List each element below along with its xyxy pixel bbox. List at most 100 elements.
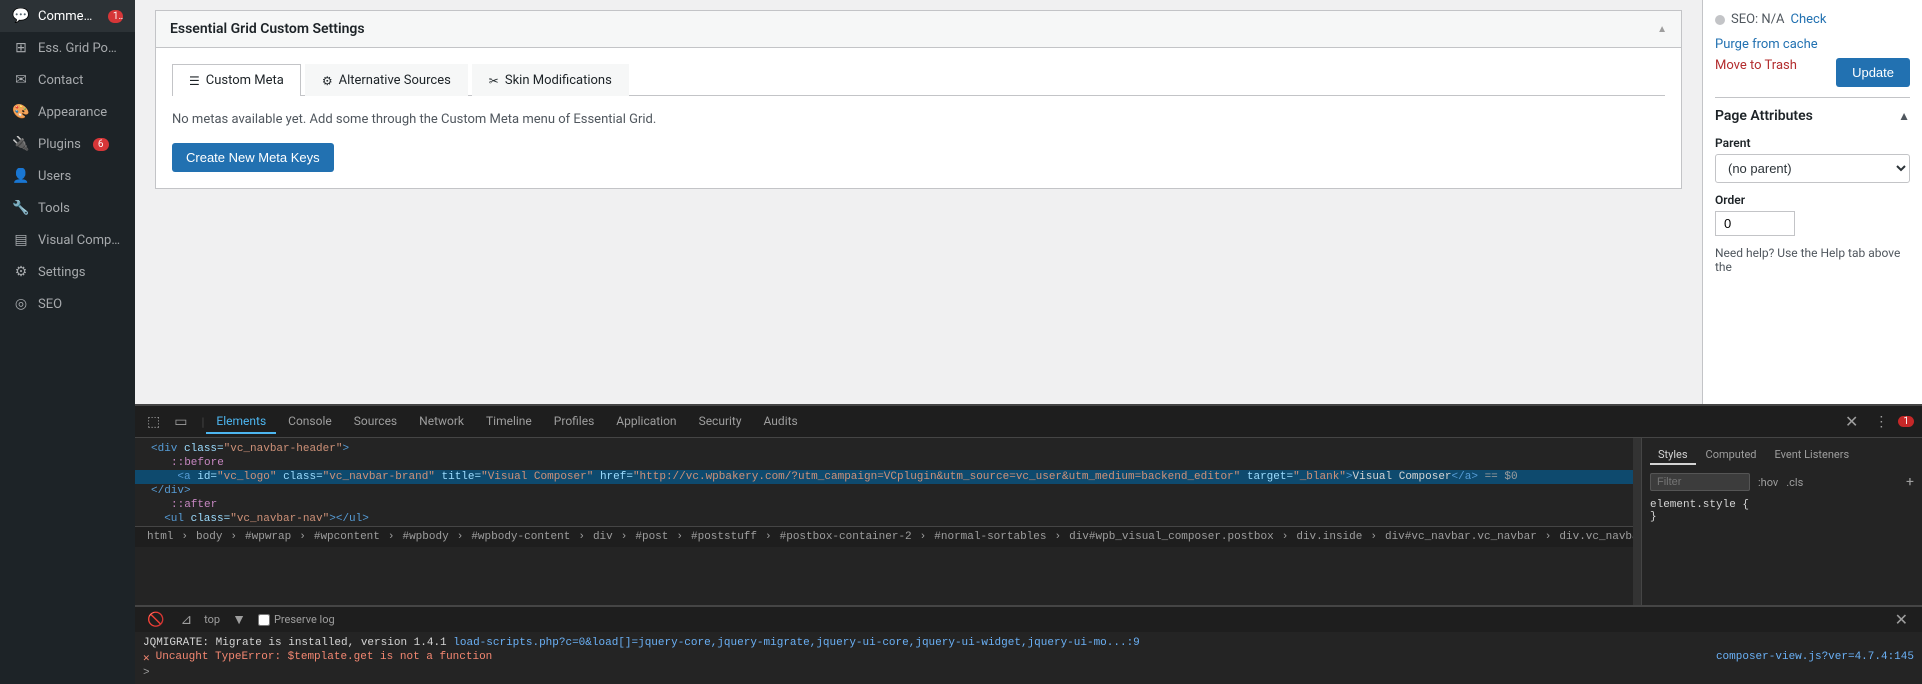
console-content: JQMIGRATE: Migrate is installed, version… bbox=[135, 632, 1922, 684]
sidebar-item-seo[interactable]: ◎ SEO bbox=[0, 288, 135, 320]
console-filter-text: top bbox=[204, 613, 220, 626]
breadcrumb-html[interactable]: html bbox=[143, 530, 177, 544]
devtools-panel: ⬚ ▭ | Elements Console Sources Network T… bbox=[135, 404, 1922, 684]
dom-line-4: </div> bbox=[135, 484, 1641, 498]
breadcrumb-wpbody[interactable]: #wpbody bbox=[398, 530, 452, 544]
sidebar: 💬 Comments 1 ⊞ Ess. Grid Posts ✉ Contact… bbox=[0, 0, 135, 684]
element-style-block: element.style { } bbox=[1650, 499, 1914, 523]
purge-cache-link[interactable]: Purge from cache bbox=[1715, 37, 1910, 52]
dom-breadcrumb: html › body › #wpwrap › #wpcontent › #wp… bbox=[135, 526, 1641, 547]
breadcrumb-sortables[interactable]: #normal-sortables bbox=[930, 530, 1050, 544]
devtools-tab-network[interactable]: Network bbox=[409, 410, 474, 434]
devtools-tab-elements[interactable]: Elements bbox=[206, 410, 276, 434]
sidebar-item-visual-composer[interactable]: ▤ Visual Composer bbox=[0, 224, 135, 256]
devtools-tab-sources[interactable]: Sources bbox=[344, 410, 407, 434]
move-to-trash-link[interactable]: Move to Trash bbox=[1715, 58, 1797, 73]
breadcrumb-wpcontent[interactable]: #wpcontent bbox=[310, 530, 384, 544]
devtools-tab-security[interactable]: Security bbox=[689, 410, 752, 434]
plugins-icon: 🔌 bbox=[12, 136, 30, 152]
tab-alternative-sources[interactable]: ⚙ Alternative Sources bbox=[305, 64, 468, 96]
console-error-1-link[interactable]: composer-view.js?ver=4.7.4:145 bbox=[1716, 651, 1914, 663]
devtools-phone-icon[interactable]: ▭ bbox=[170, 412, 191, 432]
create-meta-keys-button[interactable]: Create New Meta Keys bbox=[172, 143, 334, 172]
preserve-log-label: Preserve log bbox=[258, 613, 335, 626]
sidebar-item-ess-grid-posts[interactable]: ⊞ Ess. Grid Posts bbox=[0, 32, 135, 64]
console-filter-icon[interactable]: ⊿ bbox=[176, 610, 196, 630]
console-cursor-line: > bbox=[143, 666, 1914, 680]
contact-icon: ✉ bbox=[12, 72, 30, 88]
essential-grid-section: Essential Grid Custom Settings ▲ ☰ Custo… bbox=[155, 10, 1682, 189]
breadcrumb-post[interactable]: #post bbox=[631, 530, 672, 544]
breadcrumb-inside[interactable]: div.inside bbox=[1292, 530, 1366, 544]
console-close-button[interactable]: ✕ bbox=[1889, 608, 1914, 631]
tab-custom-meta[interactable]: ☰ Custom Meta bbox=[172, 64, 301, 96]
devtools-more-icon[interactable]: ⋮ bbox=[1870, 412, 1892, 432]
error-count-badge: 1 bbox=[1898, 416, 1914, 427]
breadcrumb-wpwrap[interactable]: #wpwrap bbox=[241, 530, 295, 544]
breadcrumb-body[interactable]: body bbox=[192, 530, 226, 544]
breadcrumb-navbar-header[interactable]: div.vc_navbar-header bbox=[1555, 530, 1641, 544]
sidebar-item-tools[interactable]: 🔧 Tools bbox=[0, 192, 135, 224]
console-msg-1: JQMIGRATE: Migrate is installed, version… bbox=[143, 636, 1914, 650]
devtools-toolbar: ⬚ ▭ bbox=[143, 412, 191, 432]
styles-add-rule-icon[interactable]: + bbox=[1906, 474, 1914, 490]
breadcrumb-wpb-composer[interactable]: div#wpb_visual_composer.postbox bbox=[1065, 530, 1278, 544]
main-area: Essential Grid Custom Settings ▲ ☰ Custo… bbox=[135, 0, 1922, 684]
seo-icon: ◎ bbox=[12, 296, 30, 312]
page-attributes-chevron[interactable]: ▲ bbox=[1898, 109, 1910, 123]
page-attributes-section: Page Attributes ▲ Parent (no parent) Ord… bbox=[1715, 108, 1910, 274]
console-msg-1-link[interactable]: load-scripts.php?c=0&load[]=jquery-core,… bbox=[453, 637, 1140, 649]
breadcrumb-postbox[interactable]: #postbox-container-2 bbox=[776, 530, 916, 544]
dom-scrollbar[interactable] bbox=[1633, 438, 1641, 605]
sidebar-item-contact[interactable]: ✉ Contact bbox=[0, 64, 135, 96]
seo-check-link[interactable]: Check bbox=[1791, 12, 1827, 27]
sidebar-item-settings[interactable]: ⚙ Settings bbox=[0, 256, 135, 288]
dom-line-5: ::after bbox=[135, 498, 1641, 512]
sidebar-item-users[interactable]: 👤 Users bbox=[0, 160, 135, 192]
breadcrumb-navbar[interactable]: div#vc_navbar.vc_navbar bbox=[1381, 530, 1541, 544]
devtools-tab-console[interactable]: Console bbox=[278, 410, 342, 434]
styles-tab-event-listeners[interactable]: Event Listeners bbox=[1767, 446, 1858, 465]
ess-grid-icon: ⊞ bbox=[12, 40, 30, 56]
dom-line-3[interactable]: <a id="vc_logo" class="vc_navbar-brand" … bbox=[135, 470, 1641, 484]
styles-tabs: Styles Computed Event Listeners bbox=[1650, 446, 1914, 465]
preserve-log-checkbox[interactable] bbox=[258, 614, 270, 626]
devtools-cursor-icon[interactable]: ⬚ bbox=[143, 412, 164, 432]
styles-tab-computed[interactable]: Computed bbox=[1698, 446, 1765, 465]
appearance-icon: 🎨 bbox=[12, 104, 30, 120]
devtools-close-button[interactable]: ✕ bbox=[1839, 410, 1864, 433]
breadcrumb-div1[interactable]: div bbox=[589, 530, 617, 544]
styles-tab-styles[interactable]: Styles bbox=[1650, 446, 1696, 465]
styles-filter-input[interactable] bbox=[1650, 473, 1750, 491]
sidebar-item-appearance[interactable]: 🎨 Appearance bbox=[0, 96, 135, 128]
section-collapse-icon[interactable]: ▲ bbox=[1657, 24, 1667, 35]
styles-hov-option[interactable]: :hov bbox=[1758, 476, 1778, 489]
console-bar: 🚫 ⊿ top ▼ Preserve log ✕ bbox=[135, 606, 1922, 632]
content-area: Essential Grid Custom Settings ▲ ☰ Custo… bbox=[135, 0, 1922, 404]
sidebar-item-plugins[interactable]: 🔌 Plugins 6 bbox=[0, 128, 135, 160]
purge-section: Purge from cache Move to Trash Update bbox=[1715, 37, 1910, 87]
devtools-tab-application[interactable]: Application bbox=[606, 410, 686, 434]
order-input[interactable] bbox=[1715, 211, 1795, 236]
devtools-tab-timeline[interactable]: Timeline bbox=[476, 410, 542, 434]
order-label: Order bbox=[1715, 193, 1910, 207]
styles-cls-option[interactable]: .cls bbox=[1786, 476, 1803, 489]
console-dropdown-icon[interactable]: ▼ bbox=[228, 609, 250, 630]
breadcrumb-poststuff[interactable]: #poststuff bbox=[687, 530, 761, 544]
parent-select[interactable]: (no parent) bbox=[1715, 154, 1910, 183]
tab-skin-modifications[interactable]: ✂ Skin Modifications bbox=[472, 64, 629, 96]
dom-line-6: <ul class="vc_navbar-nav"></ul> bbox=[135, 512, 1641, 526]
breadcrumb-wpbody-content[interactable]: #wpbody-content bbox=[467, 530, 574, 544]
devtools-dom-panel: <div class="vc_navbar-header"> ::before … bbox=[135, 438, 1642, 605]
eg-section-header: Essential Grid Custom Settings ▲ bbox=[156, 11, 1681, 48]
custom-meta-tab-icon: ☰ bbox=[189, 74, 200, 88]
page-attributes-heading: Page Attributes ▲ bbox=[1715, 108, 1910, 124]
update-button[interactable]: Update bbox=[1836, 58, 1910, 87]
devtools-tab-audits[interactable]: Audits bbox=[754, 410, 808, 434]
parent-label: Parent bbox=[1715, 136, 1910, 150]
devtools-content: <div class="vc_navbar-header"> ::before … bbox=[135, 438, 1922, 605]
devtools-tab-profiles[interactable]: Profiles bbox=[544, 410, 605, 434]
console-clear-icon[interactable]: 🚫 bbox=[143, 610, 168, 630]
alternative-sources-tab-icon: ⚙ bbox=[322, 74, 333, 88]
sidebar-item-comments[interactable]: 💬 Comments 1 bbox=[0, 0, 135, 32]
